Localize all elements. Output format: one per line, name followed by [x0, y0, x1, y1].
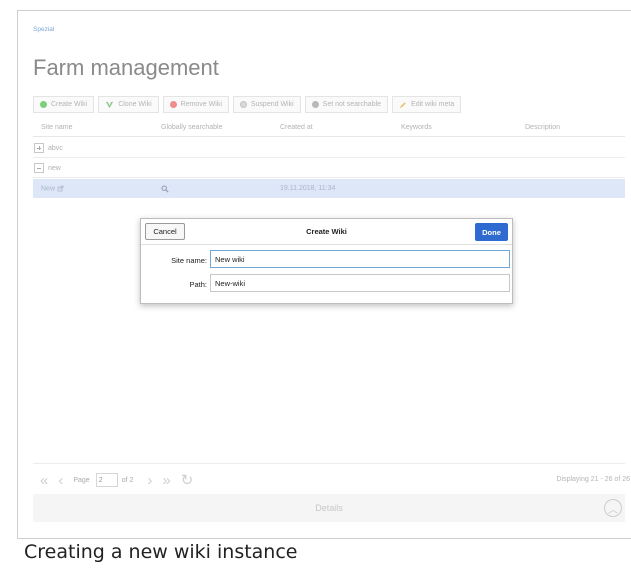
group-row[interactable]: abvc: [33, 139, 625, 158]
chevron-up-icon[interactable]: ︿: [604, 499, 622, 517]
create-wiki-dialog: Cancel Create Wiki Done Site name: Path:: [140, 218, 513, 304]
grid-divider: [33, 463, 625, 464]
expand-icon[interactable]: [34, 143, 44, 153]
next-page-icon[interactable]: ›: [147, 473, 152, 488]
external-link-icon: [57, 185, 64, 192]
toolbar: Create Wiki Clone Wiki Remove Wiki Suspe…: [33, 96, 462, 113]
suspend-wiki-button[interactable]: Suspend Wiki: [232, 96, 301, 113]
remove-wiki-label: Remove Wiki: [180, 101, 222, 108]
set-not-searchable-label: Set not searchable: [322, 101, 382, 108]
create-wiki-button[interactable]: Create Wiki: [33, 96, 95, 113]
cell-created-at: 19.11.2018, 11:34: [280, 185, 336, 192]
column-keywords[interactable]: Keywords: [401, 124, 432, 131]
group-label: new: [48, 164, 61, 172]
app-frame: Spezial Farm management Create Wiki Clon…: [17, 10, 631, 539]
details-bar[interactable]: Details ︿: [33, 494, 625, 522]
column-site-name[interactable]: Site name: [41, 124, 73, 131]
column-globally-searchable[interactable]: Globally searchable: [161, 124, 222, 131]
clone-icon: [106, 101, 114, 108]
add-icon: [40, 101, 47, 108]
dialog-title: Create Wiki: [306, 227, 347, 236]
details-label: Details: [315, 503, 343, 513]
breadcrumb[interactable]: Spezial: [33, 26, 54, 33]
page-title: Farm management: [33, 55, 219, 80]
collapse-icon[interactable]: [34, 163, 44, 173]
suspend-wiki-label: Suspend Wiki: [250, 101, 294, 108]
grid-header: Site name Globally searchable Created at…: [33, 119, 625, 137]
gear-icon: [311, 101, 319, 108]
path-label: Path:: [189, 280, 207, 289]
table-row[interactable]: New 19.11.2018, 11:34: [33, 179, 625, 198]
path-row: Path:: [141, 274, 512, 294]
group-row[interactable]: new: [33, 159, 625, 178]
site-name-input[interactable]: [210, 250, 510, 268]
paging-status: Displaying 21 - 26 of 26: [556, 476, 630, 483]
search-icon: [161, 185, 169, 195]
first-page-icon[interactable]: «: [40, 473, 48, 488]
edit-wiki-meta-button[interactable]: Edit wiki meta: [392, 96, 462, 113]
last-page-icon[interactable]: »: [162, 473, 170, 488]
remove-icon: [169, 101, 177, 108]
dialog-header: Cancel Create Wiki Done: [141, 219, 512, 245]
edit-wiki-meta-label: Edit wiki meta: [411, 101, 455, 108]
refresh-icon[interactable]: ↻: [181, 473, 194, 488]
clone-wiki-label: Clone Wiki: [118, 101, 152, 108]
site-name-label: Site name:: [171, 256, 207, 265]
clone-wiki-button[interactable]: Clone Wiki: [98, 96, 159, 113]
pager: « ‹ Page of 2 › » ↻ Displaying 21 - 26 o…: [40, 470, 630, 490]
page-count-label: of 2: [121, 476, 134, 484]
path-input[interactable]: [210, 274, 510, 292]
pause-icon: [239, 101, 247, 108]
column-description[interactable]: Description: [525, 124, 560, 131]
site-name-row: Site name:: [141, 250, 512, 270]
site-name-link[interactable]: New: [41, 185, 55, 192]
previous-page-icon[interactable]: ‹: [58, 473, 63, 488]
page-number-input[interactable]: [95, 473, 118, 487]
page-label: Page: [73, 476, 90, 484]
cell-site-name[interactable]: New: [41, 185, 64, 192]
caption: Creating a new wiki instance: [24, 541, 298, 563]
set-not-searchable-button[interactable]: Set not searchable: [304, 96, 389, 113]
group-label: abvc: [48, 144, 63, 152]
create-wiki-label: Create Wiki: [51, 101, 88, 108]
done-button[interactable]: Done: [475, 223, 508, 241]
column-created-at[interactable]: Created at: [280, 124, 313, 131]
pencil-icon: [400, 101, 406, 108]
remove-wiki-button[interactable]: Remove Wiki: [162, 96, 229, 113]
